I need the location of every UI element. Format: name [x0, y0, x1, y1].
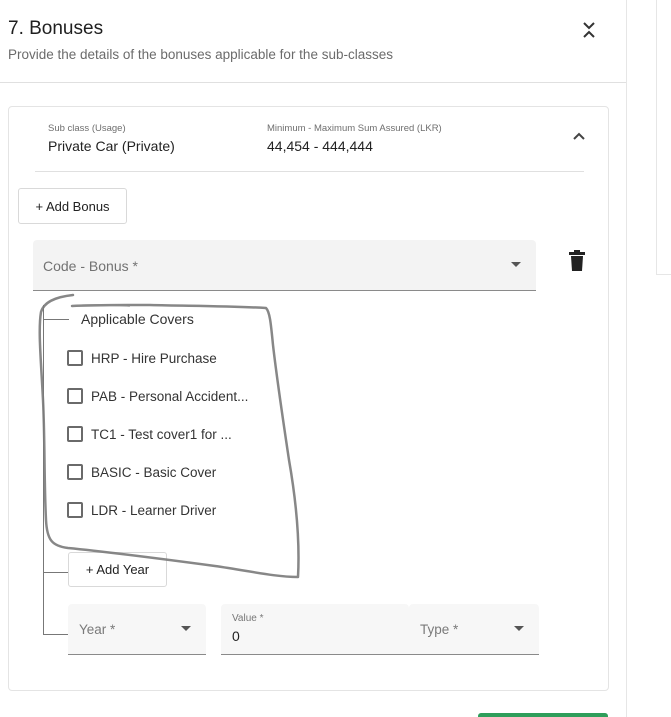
tree-line-add-year	[43, 572, 69, 573]
checkbox[interactable]	[67, 502, 83, 518]
header-divider	[0, 82, 626, 83]
tree-line-covers	[43, 319, 69, 320]
cover-checkbox-item[interactable]: BASIC - Basic Cover	[67, 461, 216, 483]
cover-label: TC1 - Test cover1 for ...	[91, 426, 232, 442]
right-panel-inner	[656, 0, 671, 275]
usage-value: Private Car (Private)	[48, 138, 175, 154]
cover-checkbox-item[interactable]: PAB - Personal Accident...	[67, 385, 248, 407]
year-select[interactable]: Year *	[68, 604, 206, 655]
checkbox[interactable]	[67, 464, 83, 480]
caret-down-icon	[181, 626, 191, 631]
add-bonus-button[interactable]: + Add Bonus	[18, 188, 127, 224]
type-select[interactable]: Type *	[409, 604, 539, 655]
cover-checkbox-item[interactable]: HRP - Hire Purchase	[67, 347, 217, 369]
year-placeholder: Year *	[79, 622, 116, 637]
collapse-vertical-icon[interactable]	[578, 18, 600, 42]
next-button-edge[interactable]	[478, 713, 608, 717]
section-subtitle: Provide the details of the bonuses appli…	[8, 47, 393, 62]
caret-down-icon	[514, 626, 524, 631]
value-input[interactable]: 0	[232, 628, 240, 644]
checkbox[interactable]	[67, 426, 83, 442]
subclass-divider	[35, 171, 584, 172]
checkbox[interactable]	[67, 350, 83, 366]
tree-line-vertical	[43, 305, 44, 635]
checkbox[interactable]	[67, 388, 83, 404]
caret-down-icon	[511, 262, 521, 267]
cover-label: LDR - Learner Driver	[91, 502, 217, 518]
cover-checkbox-item[interactable]: LDR - Learner Driver	[67, 499, 216, 521]
tree-line-year-row	[43, 634, 69, 635]
chevron-up-icon[interactable]	[571, 128, 587, 144]
usage-label: Sub class (Usage)	[48, 123, 126, 134]
cover-label: BASIC - Basic Cover	[91, 464, 217, 480]
cover-label: HRP - Hire Purchase	[91, 350, 217, 366]
trash-icon[interactable]	[568, 250, 586, 272]
cover-checkbox-item[interactable]: TC1 - Test cover1 for ...	[67, 423, 232, 445]
cover-label: PAB - Personal Accident...	[91, 388, 249, 404]
value-field[interactable]: Value * 0	[221, 604, 409, 655]
section-title: 7. Bonuses	[8, 18, 104, 39]
value-label: Value *	[232, 613, 264, 624]
bonus-code-select[interactable]: Code - Bonus *	[33, 240, 536, 291]
sum-assured-value: 44,454 - 444,444	[267, 138, 373, 154]
type-placeholder: Type *	[420, 622, 459, 637]
add-year-button[interactable]: + Add Year	[68, 552, 167, 587]
sum-assured-label: Minimum - Maximum Sum Assured (LKR)	[267, 123, 442, 134]
applicable-covers-title: Applicable Covers	[81, 311, 194, 327]
bonus-code-placeholder: Code - Bonus *	[43, 258, 138, 274]
